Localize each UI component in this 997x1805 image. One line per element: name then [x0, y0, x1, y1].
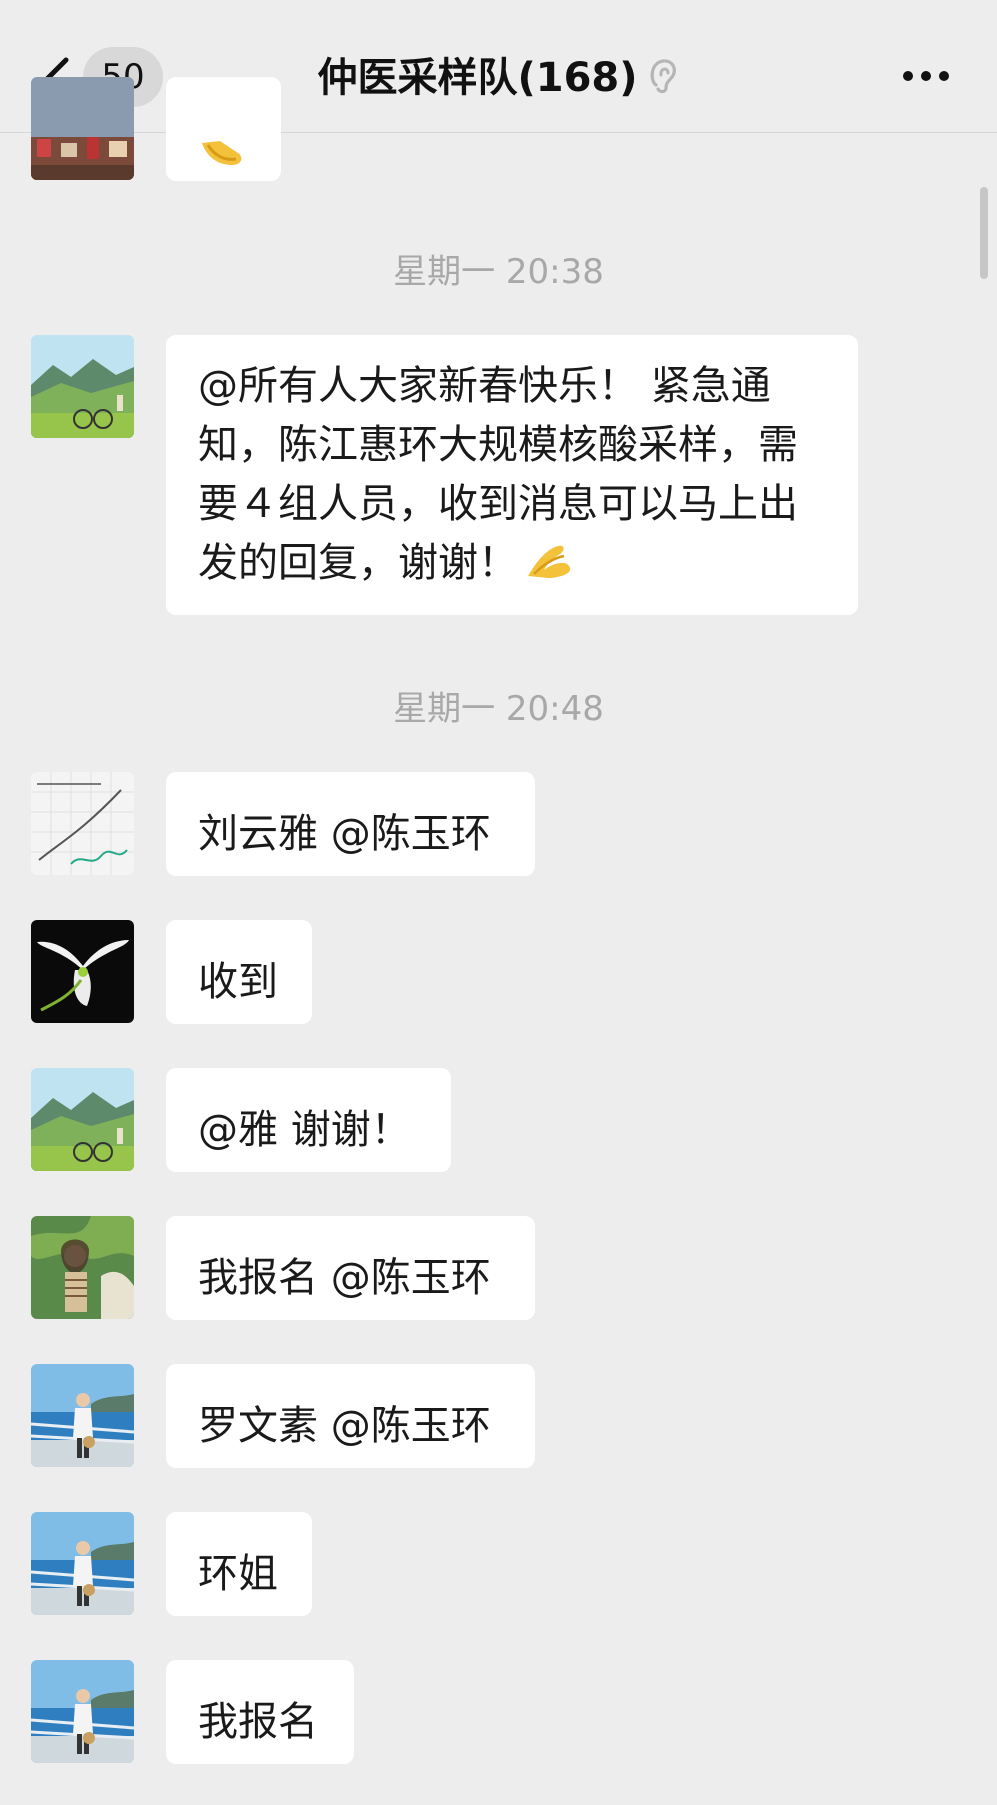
- message-bubble[interactable]: 我报名 @陈玉环: [166, 1216, 535, 1320]
- more-dots-icon[interactable]: [900, 63, 952, 89]
- clapping-hands-emoji: [202, 141, 242, 165]
- landscape-avatar[interactable]: [31, 77, 134, 180]
- message-text: 我报名: [198, 1699, 318, 1745]
- message-bubble[interactable]: 刘云雅 @陈玉环: [166, 772, 535, 876]
- chat-title: 仲医采样队(168): [317, 55, 638, 101]
- green-mountains-avatar[interactable]: [31, 1068, 134, 1171]
- message-text: 我报名 @陈玉环: [198, 1255, 491, 1301]
- timestamp: 星期一 20:48: [393, 689, 604, 729]
- timestamp: 星期一 20:38: [393, 252, 604, 292]
- message-text: 环姐: [198, 1551, 278, 1597]
- white-orchid-avatar[interactable]: [31, 920, 134, 1023]
- woman-palm-avatar[interactable]: [31, 1216, 134, 1319]
- message-text: 刘云雅 @陈玉环: [198, 811, 491, 857]
- message-text: 罗文素 @陈玉环: [198, 1403, 491, 1449]
- message-bubble[interactable]: 环姐: [166, 1512, 312, 1616]
- message-bubble[interactable]: [166, 77, 281, 181]
- message-bubble[interactable]: @所有人大家新春快乐！ 紧急通知，陈江惠环大规模核酸采样，需要４组人员，收到消息…: [166, 335, 858, 615]
- chat-header: 50 仲医采样队(168): [0, 0, 997, 133]
- ok-hand-emoji: [528, 545, 571, 578]
- chat-title-container[interactable]: 仲医采样队(168): [0, 45, 997, 111]
- message-bubble[interactable]: 罗文素 @陈玉环: [166, 1364, 535, 1468]
- message-row: [0, 77, 997, 181]
- message-text: @雅 谢谢！: [198, 1107, 411, 1153]
- green-mountains-avatar[interactable]: [31, 335, 134, 438]
- sketch-chart-avatar[interactable]: [31, 772, 134, 875]
- woman-seaside-avatar[interactable]: [31, 1364, 134, 1467]
- woman-seaside-avatar[interactable]: [31, 1512, 134, 1615]
- message-bubble[interactable]: @雅 谢谢！: [166, 1068, 451, 1172]
- message-text: 收到: [198, 959, 278, 1005]
- ear-icon: [650, 59, 676, 94]
- message-bubble[interactable]: 我报名: [166, 1660, 354, 1764]
- message-bubble[interactable]: 收到: [166, 920, 312, 1024]
- message-text: @所有人大家新春快乐！ 紧急通知，陈江惠环大规模核酸采样，需要４组人员，收到消息…: [198, 363, 798, 586]
- woman-seaside-avatar[interactable]: [31, 1660, 134, 1763]
